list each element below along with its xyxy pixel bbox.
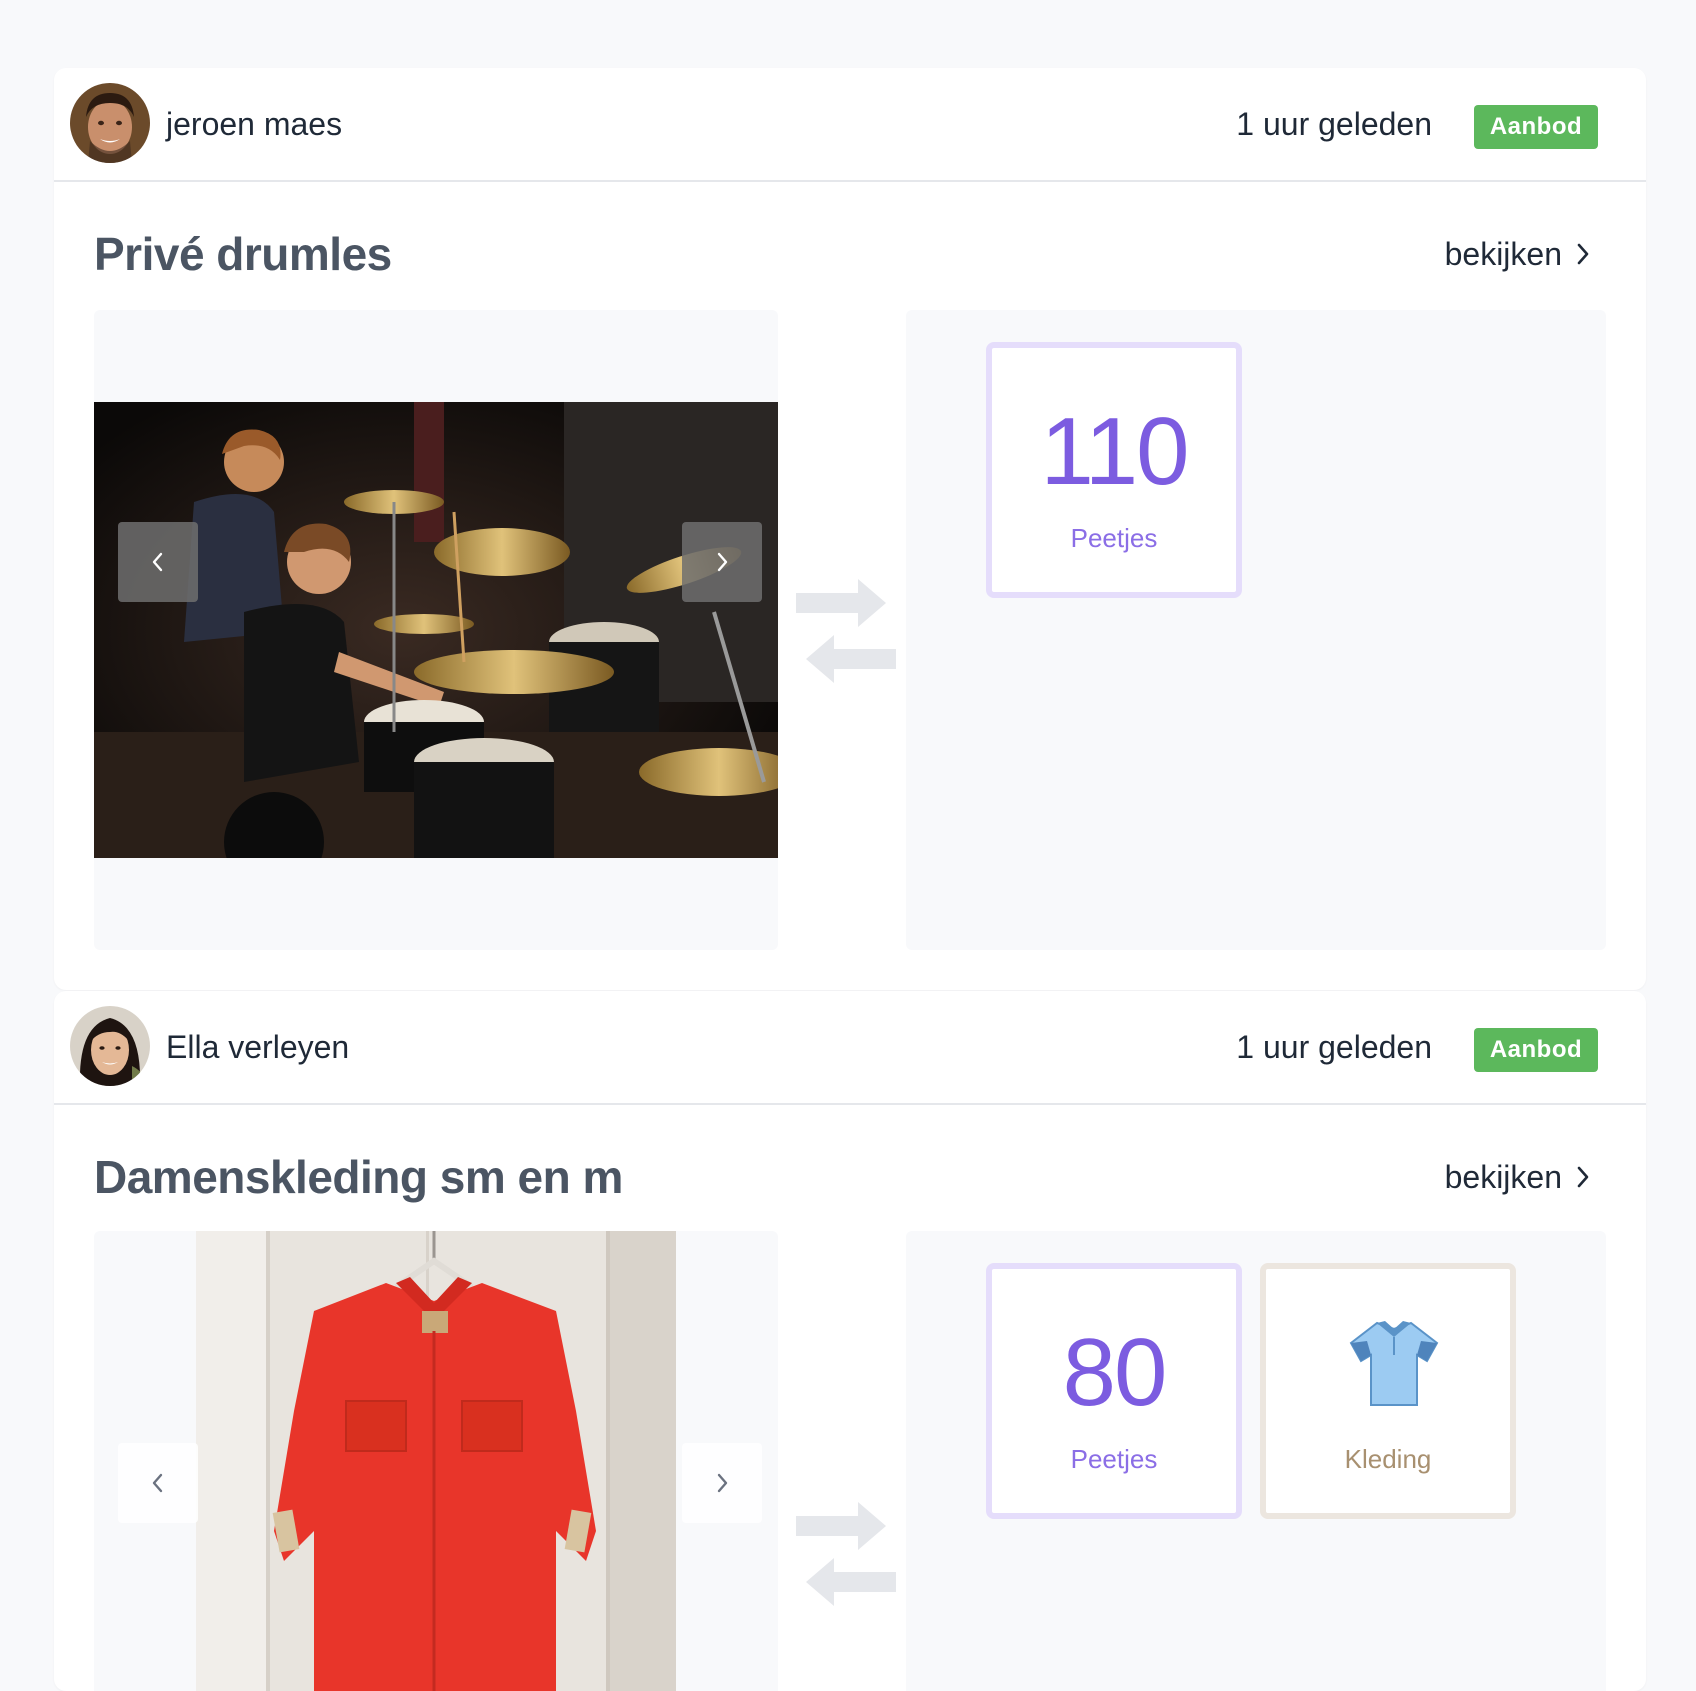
post-header: jeroen maes 1 uur geleden Aanbod — [54, 68, 1646, 182]
chevron-right-icon — [717, 552, 728, 572]
gallery-next-button[interactable] — [682, 522, 762, 602]
category-tile: Kleding — [1260, 1263, 1516, 1519]
exchange-arrows-icon — [796, 1502, 896, 1606]
avatar[interactable] — [70, 1006, 150, 1086]
peetjes-amount: 80 — [1062, 1319, 1168, 1426]
post-feed: jeroen maes 1 uur geleden Aanbod Privé d… — [54, 68, 1646, 1691]
post-title: Privé drumles — [94, 228, 392, 280]
offer-panel: 80 Peetjes Kleding — [906, 1231, 1606, 1691]
view-label: bekijken — [1444, 236, 1562, 272]
peetjes-amount: 110 — [1040, 398, 1189, 505]
tshirt-icon — [1349, 1321, 1439, 1406]
chevron-right-icon — [1577, 1166, 1589, 1188]
gallery-next-button[interactable] — [682, 1443, 762, 1523]
post-card: jeroen maes 1 uur geleden Aanbod Privé d… — [54, 68, 1646, 990]
image-gallery[interactable] — [94, 1231, 778, 1691]
view-link[interactable]: bekijken — [1445, 1157, 1590, 1197]
image-gallery[interactable] — [94, 310, 778, 950]
status-badge: Aanbod — [1474, 1028, 1598, 1072]
username[interactable]: jeroen maes — [166, 104, 342, 144]
peetjes-tile: 110 Peetjes — [986, 342, 1242, 598]
gallery-prev-button[interactable] — [118, 522, 198, 602]
offer-panel: 110 Peetjes — [906, 310, 1606, 950]
username[interactable]: Ella verleyen — [166, 1027, 349, 1067]
gallery-prev-button[interactable] — [118, 1443, 198, 1523]
post-card: Ella verleyen 1 uur geleden Aanbod Damen… — [54, 991, 1646, 1691]
chevron-right-icon — [717, 1473, 728, 1493]
chevron-left-icon — [152, 552, 163, 572]
chevron-left-icon — [152, 1473, 163, 1493]
post-title: Damenskleding sm en m — [94, 1151, 623, 1203]
post-header: Ella verleyen 1 uur geleden Aanbod — [54, 991, 1646, 1105]
category-label: Kleding — [1344, 1444, 1432, 1474]
post-time: 1 uur geleden — [1236, 1029, 1432, 1065]
chevron-right-icon — [1577, 243, 1589, 265]
avatar[interactable] — [70, 83, 150, 163]
post-time: 1 uur geleden — [1236, 106, 1432, 142]
red-shirt-photo — [196, 1231, 676, 1691]
peetjes-unit: Peetjes — [1070, 523, 1158, 553]
exchange-arrows-icon — [796, 579, 896, 683]
peetjes-unit: Peetjes — [1070, 1444, 1158, 1474]
view-link[interactable]: bekijken — [1445, 234, 1590, 274]
view-label: bekijken — [1444, 1159, 1562, 1195]
drum-lesson-photo — [94, 402, 778, 858]
status-badge: Aanbod — [1474, 105, 1598, 149]
peetjes-tile: 80 Peetjes — [986, 1263, 1242, 1519]
